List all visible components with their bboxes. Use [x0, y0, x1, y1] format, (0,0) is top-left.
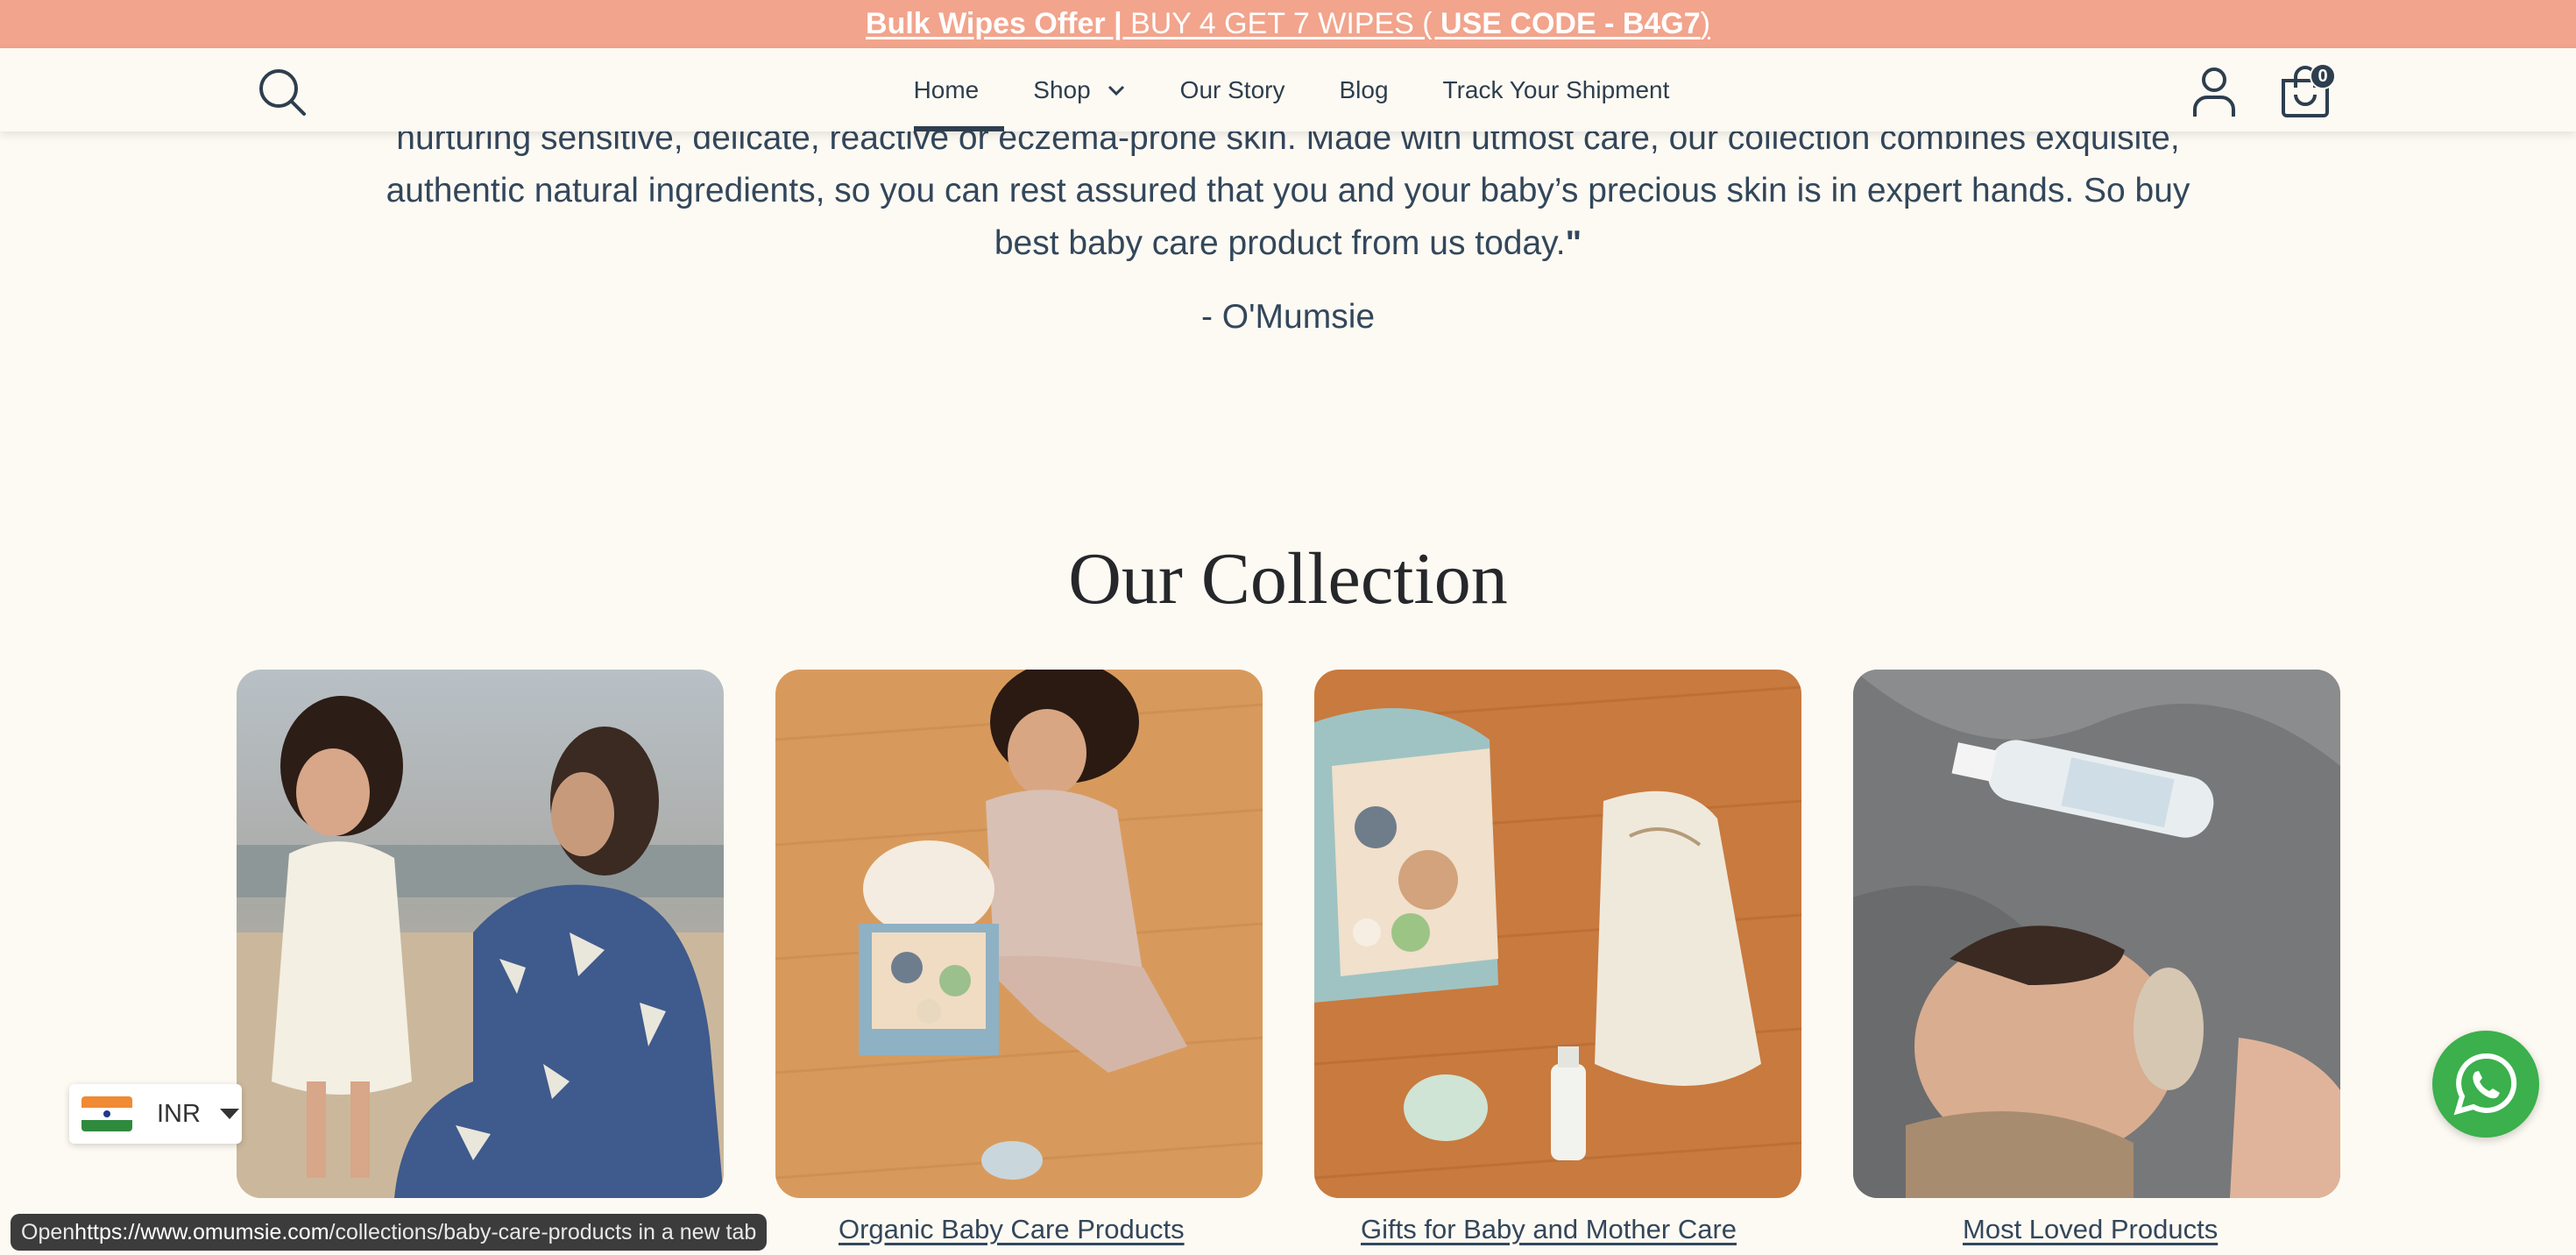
status-url-domain: https://www.omumsie.com [74, 1219, 329, 1244]
announcement-bar: Bulk Wipes Offer | BUY 4 GET 7 WIPES ( U… [0, 0, 2576, 48]
nav-home-label: Home [913, 75, 980, 103]
collection-link-gifts[interactable]: Gifts for Baby and Mother Care [1361, 1214, 1737, 1245]
nav-track-shipment-label: Track Your Shipment [1442, 75, 1670, 103]
collection-title: Our Collection [1068, 538, 1508, 620]
main-navigation: Home Shop Our Story Blog Track Your Ship… [0, 48, 2576, 131]
collection-card-most-loved[interactable] [1853, 670, 2340, 1198]
collection-card-gifts[interactable] [1314, 670, 1801, 1198]
nav-our-story-label: Our Story [1179, 75, 1285, 103]
announcement-code: USE CODE - B4G7 [1440, 7, 1701, 40]
collection-card-mother-child[interactable] [237, 670, 724, 1198]
nav-blog-label: Blog [1339, 75, 1389, 103]
site-header: Home Shop Our Story Blog Track Your Ship… [0, 48, 2576, 131]
nav-blog[interactable]: Blog [1312, 48, 1415, 131]
nav-home[interactable]: Home [887, 48, 1007, 131]
testimonial-line-3-wrap: best baby care product from us today." [298, 217, 2278, 270]
collection-card-organic[interactable] [775, 670, 1263, 1198]
cart-button[interactable]: 0 [2278, 63, 2336, 117]
account-button[interactable] [2190, 66, 2238, 118]
status-prefix: Open [21, 1219, 75, 1244]
nav-shop-label: Shop [1033, 75, 1091, 103]
gift-set-image [1314, 670, 1801, 1198]
india-flag-icon [81, 1096, 132, 1131]
quote-close-mark: " [1565, 224, 1582, 262]
chevron-down-icon [1107, 81, 1126, 100]
testimonial-line-2: authentic natural ingredients, so you ca… [386, 172, 2190, 209]
browser-status-tooltip: Open https://www.omumsie.com/collections… [11, 1214, 768, 1251]
testimonial-author: - O'Mumsie [1200, 298, 1376, 336]
announcement-offer-text: BUY 4 GET 7 WIPES ( [1130, 7, 1441, 40]
mother-child-beach-image [237, 670, 724, 1198]
currency-code: INR [157, 1099, 201, 1128]
testimonial-line-3: best baby care product from us today. [994, 224, 1566, 262]
nav-shop[interactable]: Shop [1006, 48, 1152, 131]
cart-count-badge: 0 [2310, 63, 2336, 89]
caret-down-icon [219, 1109, 239, 1119]
search-icon [259, 69, 306, 116]
nav-our-story[interactable]: Our Story [1153, 48, 1313, 131]
announcement-close-paren: ) [1700, 7, 1710, 40]
currency-selector[interactable]: INR [69, 1084, 242, 1144]
whatsapp-chat-button[interactable] [2432, 1031, 2539, 1138]
collection-link-organic[interactable]: Organic Baby Care Products [839, 1214, 1185, 1245]
announcement-link[interactable]: Bulk Wipes Offer | BUY 4 GET 7 WIPES ( U… [866, 7, 1710, 41]
search-button[interactable] [256, 66, 308, 118]
nav-track-shipment[interactable]: Track Your Shipment [1416, 48, 1697, 131]
testimonial-quote: nurturing sensitive, delicate, reactive … [298, 112, 2278, 270]
toddler-toy-image [775, 670, 1263, 1198]
account-icon [2193, 67, 2235, 117]
status-url-path: /collections/baby-care-products in a new… [329, 1219, 757, 1244]
whatsapp-icon [2453, 1053, 2517, 1116]
baby-brush-image [1853, 670, 2340, 1198]
collection-link-most-loved[interactable]: Most Loved Products [1963, 1214, 2218, 1245]
announcement-offer-title: Bulk Wipes Offer | [866, 7, 1131, 40]
